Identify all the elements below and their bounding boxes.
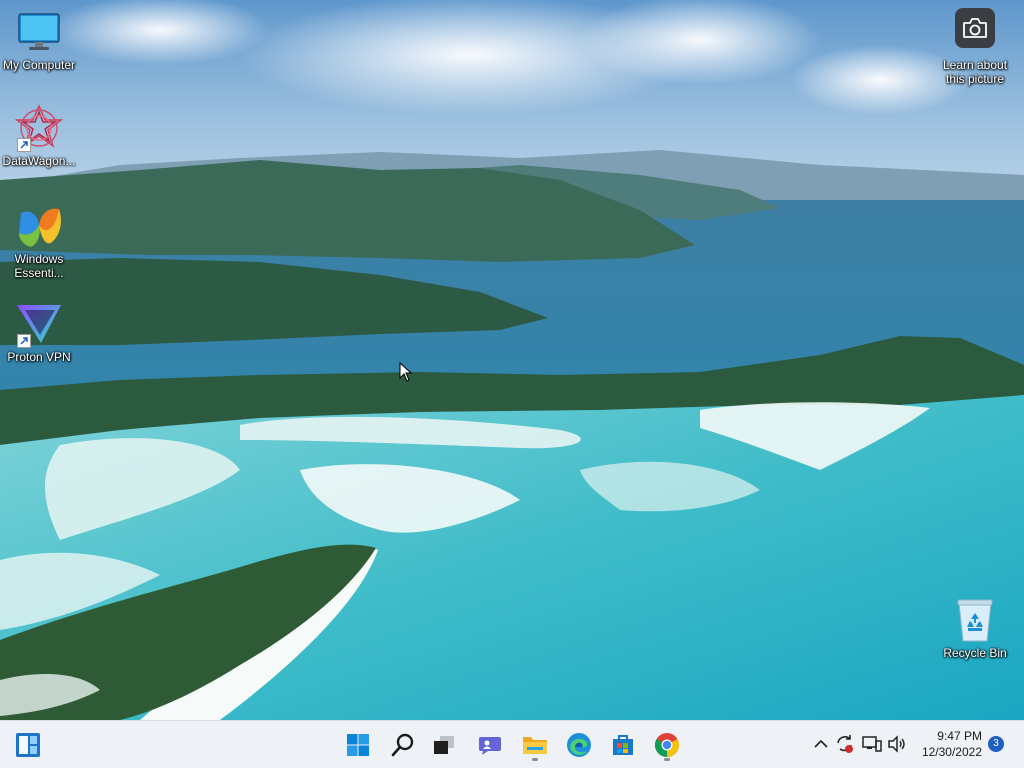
shortcut-arrow-icon xyxy=(17,138,31,152)
shortcut-arrow-icon xyxy=(17,334,31,348)
volume-button[interactable] xyxy=(886,733,908,755)
edge-browser-icon xyxy=(567,733,591,757)
windows-logo-icon xyxy=(347,734,369,756)
clock-time: 9:47 PM xyxy=(937,729,982,743)
search-button[interactable] xyxy=(385,727,421,763)
show-hidden-icons-button[interactable] xyxy=(810,733,832,755)
clock-date: 12/30/2022 xyxy=(921,745,982,759)
task-view-button[interactable] xyxy=(426,727,462,763)
desktop-wallpaper xyxy=(0,0,1024,720)
desktop-icon-recycle-bin[interactable]: Recycle Bin xyxy=(936,596,1014,660)
desktop-icon-label: Recycle Bin xyxy=(943,646,1007,660)
task-view-icon xyxy=(434,736,454,754)
store-bag-icon xyxy=(613,735,633,755)
edge-button[interactable] xyxy=(561,727,597,763)
running-indicator xyxy=(664,758,670,761)
mouse-pointer-icon xyxy=(399,362,413,382)
sync-error-icon xyxy=(837,735,853,753)
start-button[interactable] xyxy=(340,727,376,763)
desktop-icon-datawagon[interactable]: DataWagon... xyxy=(0,104,78,168)
desktop-icon-label: My Computer xyxy=(2,58,76,72)
desktop-icon-proton-vpn[interactable]: Proton VPN xyxy=(0,300,78,364)
widgets-button[interactable] xyxy=(10,727,46,763)
taskbar: 9:47 PM 12/30/2022 xyxy=(0,720,1024,768)
desktop-icon-windows-essentials[interactable]: Windows Essenti... xyxy=(0,202,78,280)
learn-about-picture[interactable]: Learn about this picture xyxy=(936,8,1014,86)
network-icon xyxy=(862,736,882,752)
desktop-icon-label: DataWagon... xyxy=(2,154,76,168)
desktop-icon-my-computer[interactable]: My Computer xyxy=(0,8,78,72)
widgets-icon xyxy=(16,733,40,757)
desktop-icon-label: Windows Essenti... xyxy=(14,252,64,280)
windows-essentials-logo-icon xyxy=(15,202,63,250)
folder-icon xyxy=(523,737,547,754)
network-button[interactable] xyxy=(861,733,883,755)
desktop-icon-label: Proton VPN xyxy=(7,350,71,364)
chat-button[interactable] xyxy=(472,727,508,763)
proton-vpn-logo-icon xyxy=(15,300,63,348)
chrome-button[interactable] xyxy=(649,727,685,763)
speaker-icon xyxy=(888,735,905,753)
camera-icon xyxy=(955,8,995,48)
notification-badge[interactable]: 3 xyxy=(988,736,1004,752)
chat-icon xyxy=(479,737,501,755)
microsoft-store-button[interactable] xyxy=(605,727,641,763)
learn-about-picture-label: Learn about this picture xyxy=(942,58,1008,86)
datawagon-logo-icon xyxy=(15,104,63,152)
desktop[interactable]: My Computer DataWagon... Windows Essenti… xyxy=(0,0,1024,720)
search-icon xyxy=(391,733,414,757)
monitor-icon xyxy=(15,8,63,56)
running-indicator xyxy=(532,758,538,761)
recycle-bin-icon xyxy=(951,596,999,644)
chrome-browser-icon xyxy=(654,733,680,757)
file-explorer-button[interactable] xyxy=(517,727,553,763)
clock[interactable]: 9:47 PM 12/30/2022 xyxy=(912,728,982,760)
sync-status-button[interactable] xyxy=(834,733,856,755)
chevron-up-icon xyxy=(814,739,828,748)
